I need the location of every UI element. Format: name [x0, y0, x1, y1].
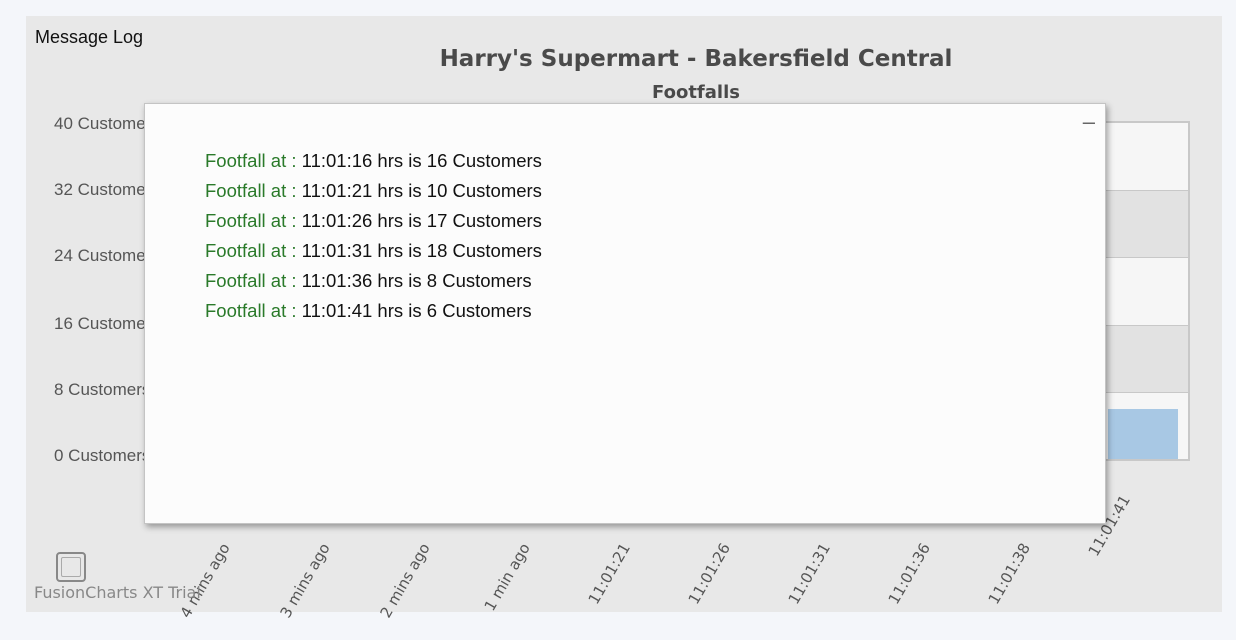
gridline [1102, 391, 1188, 393]
y-tick-label: 16 Customers [54, 314, 146, 333]
plot-band [1102, 324, 1188, 392]
log-entry-text: 11:01:26 hrs is 17 Customers [301, 210, 542, 231]
log-entry-prefix: Footfall at : [205, 240, 302, 261]
y-tick-label: 0 Customers [54, 446, 146, 465]
log-entry-prefix: Footfall at : [205, 150, 302, 171]
log-entry-prefix: Footfall at : [205, 270, 302, 291]
x-tick-label: 4 mins ago [176, 540, 234, 621]
y-tick-label: 32 Customers [54, 180, 146, 199]
log-entry: Footfall at : 11:01:31 hrs is 18 Custome… [205, 236, 542, 266]
gridline [1102, 257, 1188, 259]
y-tick-label: 40 Customers [54, 114, 146, 133]
x-tick-label: 11:01:26 [684, 540, 734, 608]
x-tick-label: 11:01:38 [984, 540, 1034, 608]
x-tick-label: 1 min ago [480, 540, 534, 615]
x-tick-label: 11:01:21 [584, 540, 634, 608]
y-tick-label: 24 Customers [54, 246, 146, 265]
log-entry-prefix: Footfall at : [205, 210, 302, 231]
gridline [1102, 324, 1188, 326]
message-log-list: Footfall at : 11:01:16 hrs is 16 Custome… [205, 146, 542, 326]
log-entry-text: 11:01:16 hrs is 16 Customers [301, 150, 542, 171]
y-tick-label: 8 Customers [54, 380, 146, 399]
log-entry-text: 11:01:36 hrs is 8 Customers [301, 270, 532, 291]
fusioncharts-logo-icon[interactable] [56, 552, 86, 582]
plot-band [1102, 190, 1188, 258]
x-tick-label: 2 mins ago [376, 540, 434, 621]
log-entry-prefix: Footfall at : [205, 180, 302, 201]
log-entry: Footfall at : 11:01:16 hrs is 16 Custome… [205, 146, 542, 176]
x-tick-label: 11:01:31 [784, 540, 834, 608]
log-entry-text: 11:01:21 hrs is 10 Customers [301, 180, 542, 201]
log-entry: Footfall at : 11:01:41 hrs is 6 Customer… [205, 296, 542, 326]
log-entry: Footfall at : 11:01:36 hrs is 8 Customer… [205, 266, 542, 296]
minimize-button[interactable]: – [1083, 111, 1095, 133]
x-tick-label: 3 mins ago [276, 540, 334, 621]
message-log-dialog: – Footfall at : 11:01:16 hrs is 16 Custo… [144, 103, 1106, 524]
plot-band [1102, 123, 1188, 191]
footfall-bar[interactable] [1108, 409, 1178, 459]
x-tick-label: 11:01:36 [884, 540, 934, 608]
log-entry-prefix: Footfall at : [205, 300, 302, 321]
chart-subtitle: Footfalls [652, 82, 740, 103]
gridline [1102, 190, 1188, 192]
message-log-label: Message Log [35, 27, 144, 47]
plot-band [1102, 257, 1188, 325]
chart-title: Harry's Supermart - Bakersfield Central [439, 46, 953, 72]
log-entry-text: 11:01:41 hrs is 6 Customers [301, 300, 532, 321]
plot-area [1102, 121, 1190, 461]
log-entry-text: 11:01:31 hrs is 18 Customers [301, 240, 542, 261]
trial-label: FusionCharts XT Trial [34, 583, 201, 602]
log-entry: Footfall at : 11:01:21 hrs is 10 Custome… [205, 176, 542, 206]
log-entry: Footfall at : 11:01:26 hrs is 17 Custome… [205, 206, 542, 236]
